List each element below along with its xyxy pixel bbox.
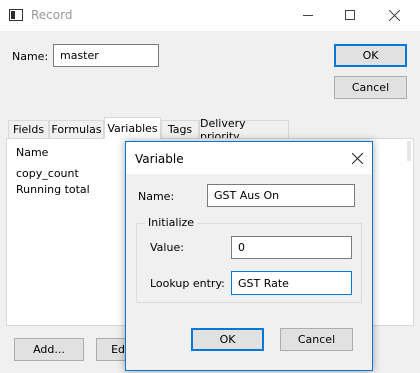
tab-variables[interactable]: Variables	[104, 117, 161, 139]
window-title: Record	[31, 8, 73, 22]
variable-name-field[interactable]: GST Aus On	[207, 184, 355, 207]
close-icon[interactable]	[352, 153, 363, 164]
maximize-icon[interactable]	[345, 10, 355, 20]
scrollbar[interactable]	[407, 141, 411, 161]
initialize-group-label: Initialize	[145, 216, 198, 229]
title-bar: Record	[0, 0, 420, 31]
window-app-icon	[9, 9, 23, 21]
add-button[interactable]: Add...	[14, 338, 84, 361]
dialog-cancel-button[interactable]: Cancel	[280, 328, 353, 351]
record-ok-button[interactable]: OK	[334, 44, 407, 67]
dialog-ok-button[interactable]: OK	[191, 328, 264, 351]
close-icon[interactable]	[389, 10, 400, 21]
record-name-field[interactable]: master	[53, 44, 159, 67]
value-label: Value:	[150, 241, 184, 254]
tab-tags[interactable]: Tags	[161, 120, 199, 138]
lookup-entry-label: Lookup entry:	[150, 277, 225, 290]
tab-formulas[interactable]: Formulas	[49, 120, 104, 138]
list-header-name: Name	[16, 146, 49, 159]
record-cancel-button[interactable]: Cancel	[334, 76, 407, 99]
tab-delivery-priority[interactable]: Delivery priority	[199, 117, 289, 143]
record-name-label: Name:	[12, 50, 49, 63]
variable-dialog: Variable Name: GST Aus On Initialize Val…	[125, 141, 373, 371]
dialog-title: Variable	[135, 152, 184, 166]
dialog-name-label: Name:	[138, 190, 175, 203]
lookup-entry-field[interactable]: GST Rate	[231, 271, 352, 295]
value-field[interactable]: 0	[231, 236, 352, 259]
dialog-title-bar: Variable	[126, 142, 372, 174]
minimize-icon[interactable]	[303, 15, 313, 16]
list-item[interactable]: Running total	[16, 183, 90, 196]
list-item[interactable]: copy_count	[16, 167, 79, 180]
tab-fields[interactable]: Fields	[8, 120, 49, 138]
